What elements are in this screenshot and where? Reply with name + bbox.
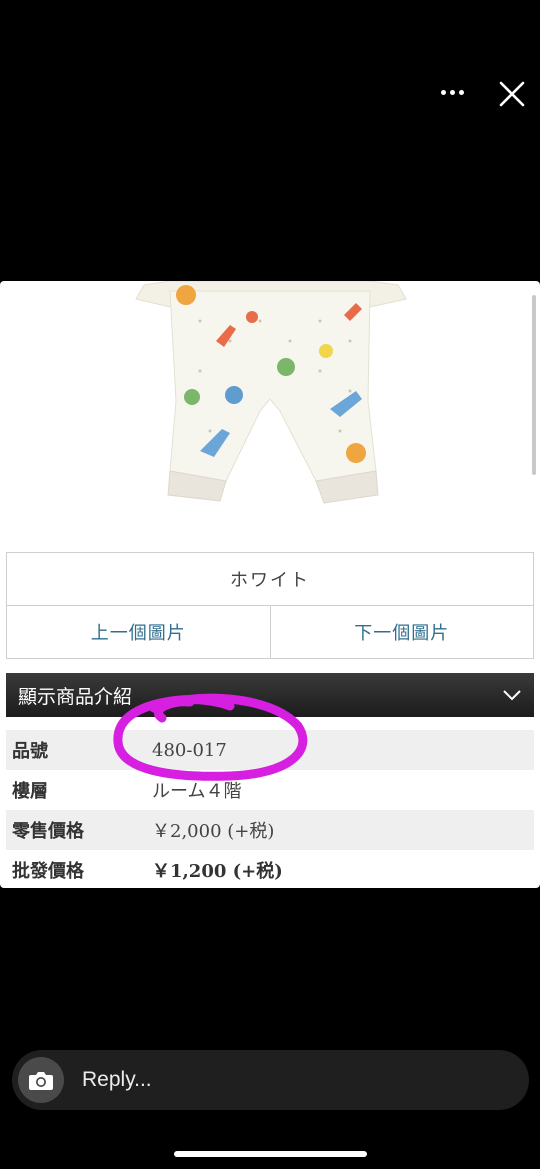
spec-row: 零售價格 ￥2,000 (+税) — [6, 810, 534, 850]
highlight-circle-annotation — [113, 693, 308, 781]
home-indicator[interactable] — [174, 1151, 367, 1157]
spec-label: 零售價格 — [12, 821, 84, 842]
image-nav: 上一個圖片 下一個圖片 — [6, 605, 534, 659]
spec-row: 批發價格 ￥1,200 (+税) — [6, 850, 534, 888]
next-image-button[interactable]: 下一個圖片 — [270, 605, 534, 659]
chevron-down-icon — [503, 690, 521, 701]
scrollbar — [532, 295, 536, 475]
close-icon[interactable] — [496, 78, 528, 110]
shared-screenshot: ホワイト 上一個圖片 下一個圖片 顯示商品介紹 品號 480-017 樓層 ルー… — [0, 281, 540, 888]
prev-image-button[interactable]: 上一個圖片 — [6, 605, 271, 659]
color-option[interactable]: ホワイト — [6, 552, 534, 606]
reply-bar[interactable]: Reply... — [12, 1050, 529, 1110]
spec-value: ￥2,000 (+税) — [152, 821, 275, 842]
spec-label: 批發價格 — [12, 861, 84, 882]
more-options-icon[interactable] — [436, 82, 468, 102]
camera-button[interactable] — [18, 1057, 64, 1103]
reply-input[interactable]: Reply... — [82, 1068, 152, 1092]
baby-romper-image — [135, 281, 407, 504]
spec-value: ￥1,200 (+税) — [152, 861, 283, 882]
camera-icon — [29, 1072, 53, 1090]
